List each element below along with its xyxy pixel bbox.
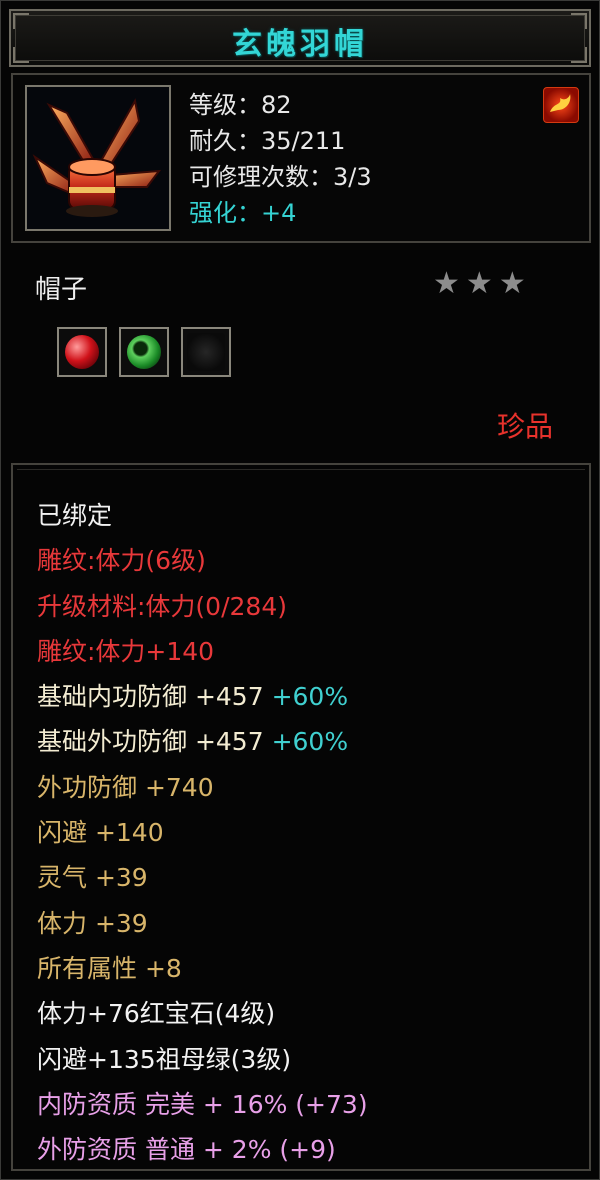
attribute-percent: +60%: [271, 727, 349, 757]
red-ruby-gem-icon: [65, 335, 99, 369]
attribute-text: 雕纹:体力+140: [37, 636, 215, 666]
level-text: 等级：82: [189, 91, 292, 119]
attribute-line: 基础外功防御 +457 +60%: [37, 719, 368, 764]
attribute-text: 外防资质 普通 + 2% (+9): [37, 1135, 336, 1165]
item-name: 玄魄羽帽: [232, 27, 368, 62]
attribute-text: 升级材料:体力(0/284): [37, 591, 287, 621]
star-icon: ★: [433, 266, 460, 301]
green-emerald-gem-icon: [127, 335, 161, 369]
attribute-line: 外防资质 普通 + 2% (+9): [37, 1127, 368, 1172]
attribute-line: 雕纹:体力+140: [37, 629, 368, 674]
gem-socket[interactable]: [119, 327, 169, 377]
attribute-list: 已绑定 雕纹:体力(6级) 升级材料:体力(0/284) 雕纹:体力+140 基…: [37, 493, 368, 1172]
attribute-line: 基础内功防御 +457 +60%: [37, 674, 368, 719]
attribute-text: 基础内功防御 +457: [37, 682, 264, 712]
attribute-line: 灵气 +39: [37, 855, 368, 900]
repair-count-text: 可修理次数：3/3: [189, 163, 372, 191]
attribute-line: 内防资质 完美 + 16% (+73): [37, 1082, 368, 1127]
attribute-text: 内防资质 完美 + 16% (+73): [37, 1089, 368, 1119]
attribute-text: 闪避 +140: [37, 818, 164, 848]
star-icon: ★: [498, 266, 526, 301]
attribute-percent: +60%: [271, 682, 349, 712]
empty-socket-icon: [187, 333, 225, 371]
attribute-text: 体力 +39: [37, 908, 148, 938]
attribute-text: 所有属性 +8: [37, 953, 182, 983]
gem-sockets: [57, 327, 231, 377]
attribute-text: 闪避+135祖母绿(3级): [37, 1044, 292, 1074]
attribute-line: 闪避+135祖母绿(3级): [37, 1037, 368, 1082]
attribute-line: 体力+76红宝石(4级): [37, 991, 368, 1036]
rarity-label: 珍品: [496, 410, 553, 443]
gem-socket[interactable]: [57, 327, 107, 377]
attribute-line: 外功防御 +740: [37, 765, 368, 810]
tooltip-frame: 玄魄羽帽 等级：82 耐久：35/211 可修理次数：3/3 强化：+4 帽子 …: [0, 0, 600, 1180]
feathered-hat-icon: [25, 85, 171, 231]
attribute-text: 已绑定: [37, 501, 113, 530]
star-icon: ★: [465, 266, 493, 301]
attribute-line: 闪避 +140: [37, 810, 368, 855]
enhance-text: 强化：+4: [189, 199, 297, 227]
attribute-text: 灵气 +39: [37, 863, 148, 893]
title-bar: 玄魄羽帽: [9, 9, 591, 67]
phoenix-badge-icon: [543, 87, 579, 123]
attribute-line: 所有属性 +8: [37, 946, 368, 991]
attribute-text: 外功防御 +740: [37, 772, 214, 802]
durability-text: 耐久：35/211: [189, 127, 346, 155]
attributes-panel: 已绑定 雕纹:体力(6级) 升级材料:体力(0/284) 雕纹:体力+140 基…: [11, 463, 591, 1171]
star-rating: ★ ★ ★: [433, 269, 526, 299]
gem-socket[interactable]: [181, 327, 231, 377]
panel-divider: [17, 469, 585, 470]
item-stats: 等级：82 耐久：35/211 可修理次数：3/3 强化：+4: [189, 87, 372, 231]
attribute-line: 升级材料:体力(0/284): [37, 584, 368, 629]
attribute-line: 体力 +39: [37, 901, 368, 946]
attribute-text: 雕纹:体力(6级): [37, 546, 206, 576]
attribute-line: 雕纹:体力(6级): [37, 538, 368, 583]
attribute-line: 已绑定: [37, 493, 368, 538]
attribute-text: 基础外功防御 +457: [37, 727, 264, 757]
attribute-text: 体力+76红宝石(4级): [37, 999, 276, 1029]
item-header-panel: 等级：82 耐久：35/211 可修理次数：3/3 强化：+4: [11, 73, 591, 243]
item-type: 帽子: [35, 275, 88, 305]
